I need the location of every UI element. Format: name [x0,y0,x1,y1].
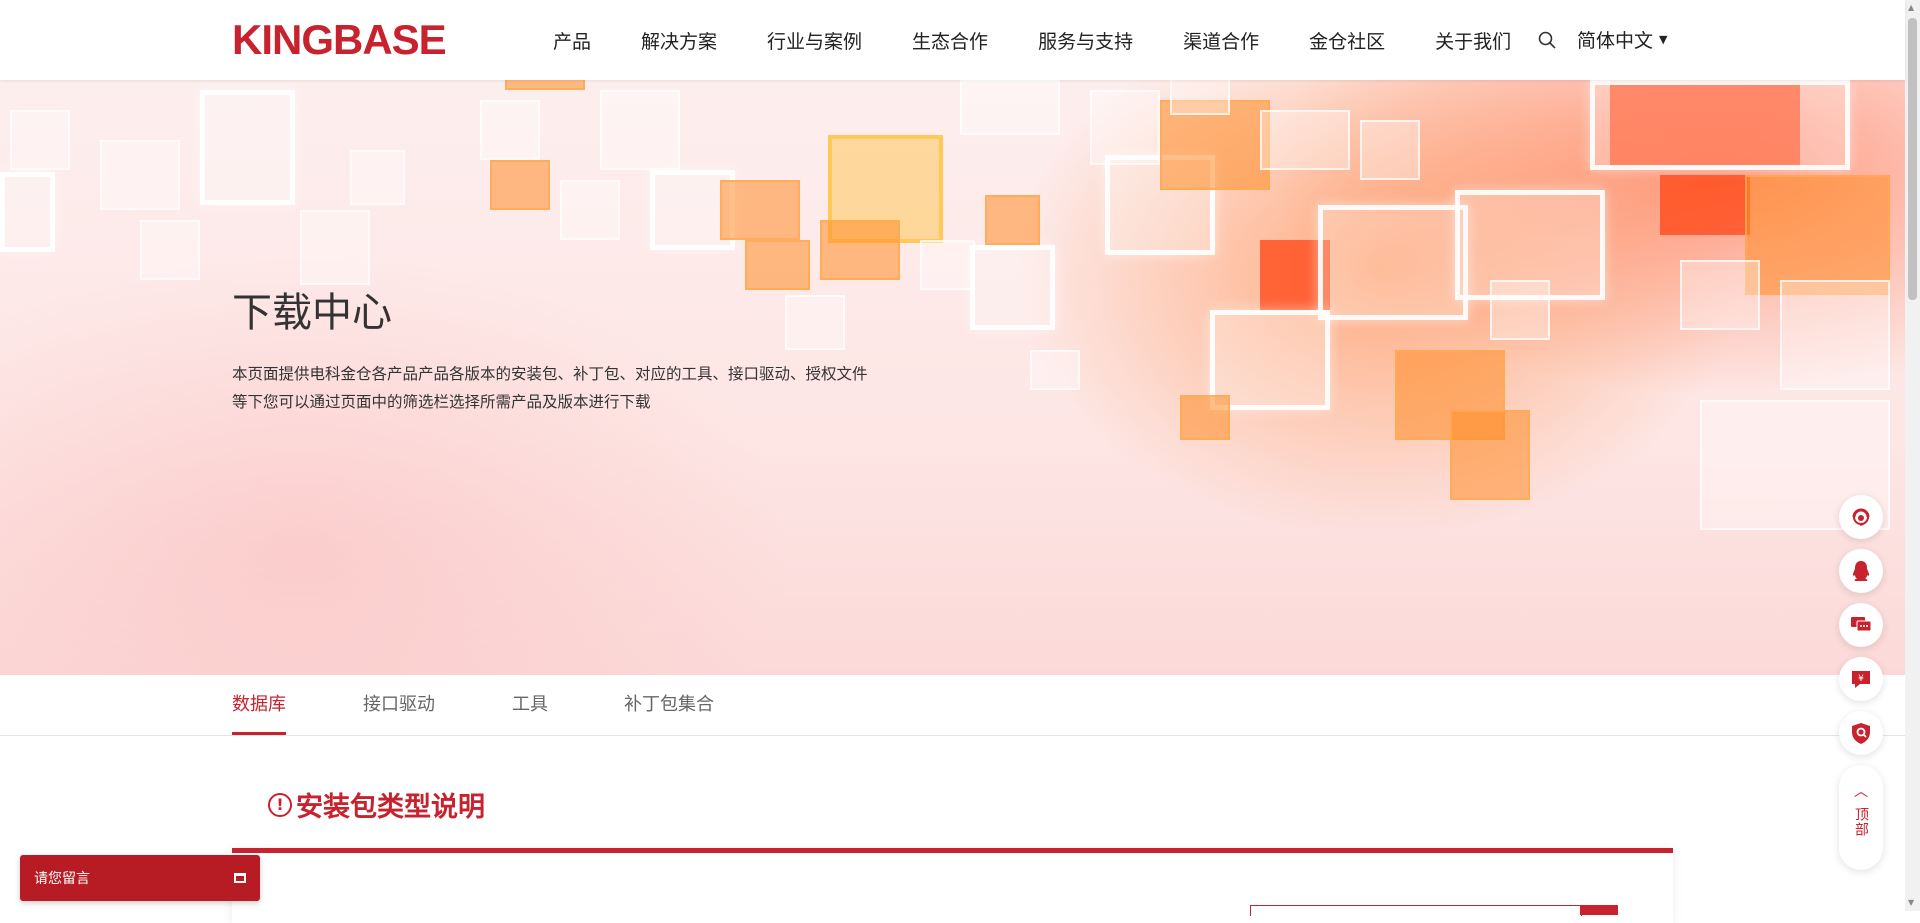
nav-item-channel[interactable]: 渠道合作 [1183,27,1259,54]
decor-cube [0,172,55,252]
decor-cube [820,220,900,280]
nav-item-solutions[interactable]: 解决方案 [641,27,717,54]
customer-service-button[interactable] [1839,495,1883,539]
decor-cube [1490,280,1550,340]
decor-cube [140,220,200,280]
nav-item-products[interactable]: 产品 [553,27,591,54]
decor-cube [745,240,810,290]
decor-cube [1090,90,1160,165]
qq-button[interactable] [1839,549,1883,593]
decor-cube [1590,80,1850,170]
decor-cube [1260,110,1350,170]
decor-cube [200,90,295,205]
leave-message-label: 请您留言 [34,871,90,887]
nav-item-ecosystem[interactable]: 生态合作 [912,27,988,54]
decor-cube [985,195,1040,245]
hero-description: 本页面提供电科金仓各产品产品各版本的安装包、补丁包、对应的工具、接口驱动、授权文… [232,360,912,416]
decor-cube [560,180,620,240]
security-button[interactable] [1839,711,1883,755]
exclamation-circle-icon: ! [268,792,292,817]
chevron-up-icon: ︿ [1854,784,1868,800]
tab-tools[interactable]: 工具 [512,675,548,735]
price-icon: ¥ [1852,671,1870,688]
site-header: KINGBASE 产品 解决方案 行业与案例 生态合作 服务与支持 渠道合作 金… [0,0,1905,80]
maximize-icon[interactable] [234,873,246,883]
section-title-text: 安装包类型说明 [296,792,485,823]
decor-cube [1745,175,1890,295]
section-title: ! 安装包类型说明 [268,785,485,824]
customer-service-icon [1852,508,1870,526]
category-tabs: 数据库 接口驱动 工具 补丁包集合 [0,675,1905,736]
decor-cube [490,160,550,210]
language-selector[interactable]: 简体中文 ▼ [1577,26,1667,53]
decor-cube [1318,205,1468,320]
hero-banner: 下载中心 本页面提供电科金仓各产品产品各版本的安装包、补丁包、对应的工具、接口驱… [0,80,1905,675]
caret-down-icon: ▼ [1659,33,1668,46]
language-label: 简体中文 [1577,30,1654,52]
tab-database[interactable]: 数据库 [232,675,286,735]
hero-description-line-1: 本页面提供电科金仓各产品产品各版本的安装包、补丁包、对应的工具、接口驱动、授权文… [232,365,868,383]
search-icon[interactable] [1538,31,1556,49]
decor-cube [1680,260,1760,330]
decor-cube [720,180,800,240]
nav-item-service-support[interactable]: 服务与支持 [1038,27,1133,54]
decor-cube [10,110,70,170]
back-to-top-label: 顶部 [1853,807,1869,837]
nav-item-community[interactable]: 金仓社区 [1309,27,1385,54]
decor-cube [1450,410,1530,500]
decor-cube [960,80,1060,135]
scrollbar-thumb[interactable] [1908,18,1917,300]
scroll-up-arrow-icon[interactable]: ▲ [1908,3,1914,12]
decor-cube [1360,120,1420,180]
back-to-top-button[interactable]: ︿ 顶部 [1839,765,1883,870]
decor-cube [300,210,370,285]
decor-cube [1170,80,1230,115]
decor-cube [785,295,845,350]
decor-cube [1030,350,1080,390]
chat-button[interactable] [1839,603,1883,647]
scroll-down-arrow-icon[interactable]: ▼ [1908,898,1914,907]
main-nav: 产品 解决方案 行业与案例 生态合作 服务与支持 渠道合作 金仓社区 关于我们 [553,0,1511,80]
decor-cube [1180,395,1230,440]
chat-icon [1851,617,1872,632]
decor-cube [970,245,1055,330]
qq-icon [1853,561,1869,581]
price-inquiry-button[interactable]: ¥ [1839,657,1883,701]
hero-description-line-2: 等下您可以通过页面中的筛选栏选择所需产品及版本进行下载 [232,393,651,411]
nav-item-industry-cases[interactable]: 行业与案例 [767,27,862,54]
decor-cube [1660,175,1750,235]
search-button[interactable] [1580,905,1618,915]
leave-message-widget[interactable]: 请您留言 [20,855,260,901]
page-title: 下载中心 [232,290,392,336]
decor-cube [100,140,180,210]
security-icon [1852,723,1870,744]
decor-cube [1780,280,1890,390]
decor-cube [920,240,975,290]
decor-cube [480,100,540,160]
tab-patch-collection[interactable]: 补丁包集合 [624,675,714,735]
kingbase-logo[interactable]: KINGBASE [232,18,447,62]
nav-item-about[interactable]: 关于我们 [1435,27,1511,54]
tab-interface-drivers[interactable]: 接口驱动 [363,675,435,735]
decor-cube [505,80,585,90]
decor-cube [350,150,405,205]
svg-text:¥: ¥ [1858,674,1864,684]
decor-cube [600,90,680,170]
